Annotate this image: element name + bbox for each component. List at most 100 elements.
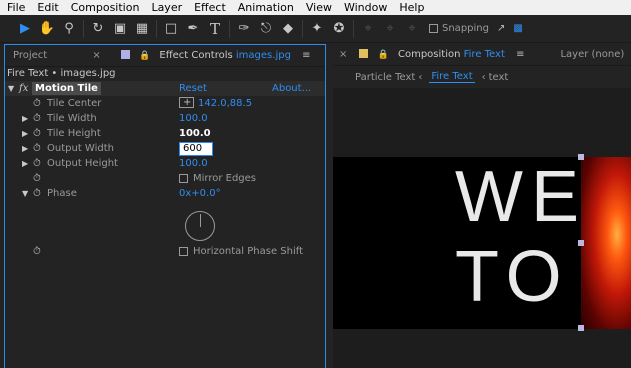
tab-effect-controls[interactable]: 🔒 Effect Controls images.jpg ≡ [113, 50, 319, 61]
type-tool-icon[interactable]: T [204, 19, 226, 39]
property-row-output-height: ▶ ⏱ Output Height 100.0 [5, 156, 325, 171]
hand-tool-icon[interactable]: ✋ [36, 19, 58, 39]
phase-value[interactable]: 0x+0.0° [179, 186, 221, 201]
stopwatch-icon[interactable]: ⏱ [33, 171, 41, 186]
local-axis-icon[interactable]: ⌖ [357, 19, 379, 39]
camera-tool-icon[interactable]: ▣ [109, 19, 131, 39]
tile-height-value[interactable]: 100.0 [179, 126, 211, 141]
stopwatch-icon[interactable]: ⏱ [33, 96, 41, 111]
effect-header[interactable]: ▼ fx Motion Tile Reset About... [5, 81, 325, 96]
selection-tool-icon[interactable]: ▶ [14, 19, 36, 39]
lock-icon[interactable]: 🔒 [139, 51, 150, 61]
layer-breadcrumb: Fire Text • images.jpg [7, 68, 116, 79]
effect-controls-panel: Project × 🔒 Effect Controls images.jpg ≡… [4, 44, 326, 368]
pan-behind-tool-icon[interactable]: ▦ [131, 19, 153, 39]
property-value[interactable]: 142.0,88.5 [179, 95, 252, 111]
twirl-expanded-icon[interactable]: ▼ [8, 81, 14, 96]
stopwatch-icon[interactable]: ⏱ [33, 111, 41, 126]
world-axis-icon[interactable]: ⌖ [379, 19, 401, 39]
toolbar-divider [83, 19, 84, 38]
phase-angle-dial[interactable] [185, 211, 215, 241]
reset-link[interactable]: Reset [179, 81, 207, 96]
close-icon[interactable]: × [333, 49, 353, 60]
stopwatch-icon[interactable]: ⏱ [33, 141, 41, 156]
menu-edit[interactable]: Edit [30, 1, 63, 14]
pen-tool-icon[interactable]: ✒ [182, 19, 204, 39]
menu-view[interactable]: View [299, 1, 337, 14]
tab-effect-controls-layer: images.jpg [235, 50, 291, 61]
tab-composition-name: Fire Text [463, 49, 505, 60]
checkbox-box[interactable] [179, 247, 188, 256]
crumb-fire-text[interactable]: Fire Text [429, 71, 475, 83]
checkbox-box[interactable] [179, 174, 188, 183]
menu-file[interactable]: File [0, 1, 30, 14]
layer-handle[interactable] [578, 154, 584, 160]
zoom-tool-icon[interactable]: ⚲ [58, 19, 80, 39]
tab-project[interactable]: Project × [5, 50, 113, 61]
property-label: Output Width [47, 143, 114, 154]
snap-features-icon[interactable]: ▩ [513, 23, 522, 34]
toolbar-divider [229, 19, 230, 38]
arrow-left-icon: ‹ [418, 71, 423, 83]
comp-color-swatch [359, 49, 369, 58]
layer-handle[interactable] [578, 240, 584, 246]
property-label: Tile Height [47, 128, 101, 139]
property-row-horizontal-phase-shift: ⏱ Horizontal Phase Shift [5, 244, 325, 259]
twirl-collapsed-icon[interactable]: ▶ [22, 141, 28, 156]
snapping-checkbox[interactable] [429, 24, 438, 33]
tab-composition-label: Composition [397, 49, 461, 60]
property-row-tile-width: ▶ ⏱ Tile Width 100.0 [5, 111, 325, 126]
twirl-collapsed-icon[interactable]: ▶ [22, 126, 28, 141]
twirl-collapsed-icon[interactable]: ▶ [22, 111, 28, 126]
rotation-tool-icon[interactable]: ↻ [87, 19, 109, 39]
puppet-pin-tool-icon[interactable]: ✪ [328, 19, 350, 39]
crosshair-icon[interactable] [179, 95, 194, 110]
toolbar-divider [353, 19, 354, 38]
menu-layer[interactable]: Layer [144, 1, 187, 14]
view-axis-icon[interactable]: ⌖ [401, 19, 423, 39]
composition-canvas[interactable]: WE TO [333, 157, 631, 329]
twirl-expanded-icon[interactable]: ▼ [22, 186, 28, 201]
brush-tool-icon[interactable]: ✑ [233, 19, 255, 39]
eraser-tool-icon[interactable]: ◆ [277, 19, 299, 39]
fx-toggle-icon[interactable]: fx [19, 81, 28, 96]
fire-image [581, 157, 631, 329]
rectangle-tool-icon[interactable]: □ [160, 19, 182, 39]
tile-width-value[interactable]: 100.0 [179, 111, 208, 126]
panel-tabs: Project × 🔒 Effect Controls images.jpg ≡ [5, 45, 325, 67]
output-height-value[interactable]: 100.0 [179, 156, 208, 171]
close-icon[interactable]: × [92, 50, 100, 61]
property-row-tile-height: ▶ ⏱ Tile Height 100.0 [5, 126, 325, 141]
tab-composition[interactable]: 🔒 Composition Fire Text ≡ [353, 49, 530, 60]
stopwatch-icon[interactable]: ⏱ [33, 126, 41, 141]
menu-effect[interactable]: Effect [187, 1, 231, 14]
toolbar-divider [156, 19, 157, 38]
twirl-collapsed-icon[interactable]: ▶ [22, 156, 28, 171]
layer-color-swatch [120, 50, 130, 59]
clone-stamp-tool-icon[interactable]: ⎋ [255, 19, 277, 39]
menu-help[interactable]: Help [392, 1, 429, 14]
crumb-particle-text[interactable]: Particle Text [355, 72, 415, 83]
snapping-toggle[interactable]: Snapping ↗ ▩ [429, 23, 523, 34]
output-width-input[interactable]: 600 [179, 142, 213, 156]
lock-icon[interactable]: 🔒 [378, 50, 389, 60]
about-link[interactable]: About... [272, 81, 311, 96]
panel-menu-icon[interactable]: ≡ [516, 49, 524, 60]
menu-composition[interactable]: Composition [64, 1, 145, 14]
stopwatch-icon[interactable]: ⏱ [33, 244, 41, 259]
menu-window[interactable]: Window [337, 1, 392, 14]
tile-center-value[interactable]: 142.0,88.5 [198, 98, 252, 109]
roto-brush-tool-icon[interactable]: ✦ [306, 19, 328, 39]
horizontal-phase-shift-checkbox[interactable]: Horizontal Phase Shift [179, 244, 303, 259]
menu-animation[interactable]: Animation [231, 1, 299, 14]
snap-edges-icon[interactable]: ↗ [497, 23, 505, 34]
tab-layer[interactable]: Layer (none) [554, 49, 630, 60]
stopwatch-icon[interactable]: ⏱ [33, 186, 41, 201]
arrow-left-icon: ‹ [481, 71, 486, 83]
property-label: Tile Width [47, 113, 97, 124]
mirror-edges-checkbox[interactable]: Mirror Edges [179, 171, 256, 186]
panel-menu-icon[interactable]: ≡ [302, 50, 310, 61]
crumb-text[interactable]: text [489, 72, 509, 83]
layer-handle[interactable] [578, 325, 584, 331]
stopwatch-icon[interactable]: ⏱ [33, 156, 41, 171]
